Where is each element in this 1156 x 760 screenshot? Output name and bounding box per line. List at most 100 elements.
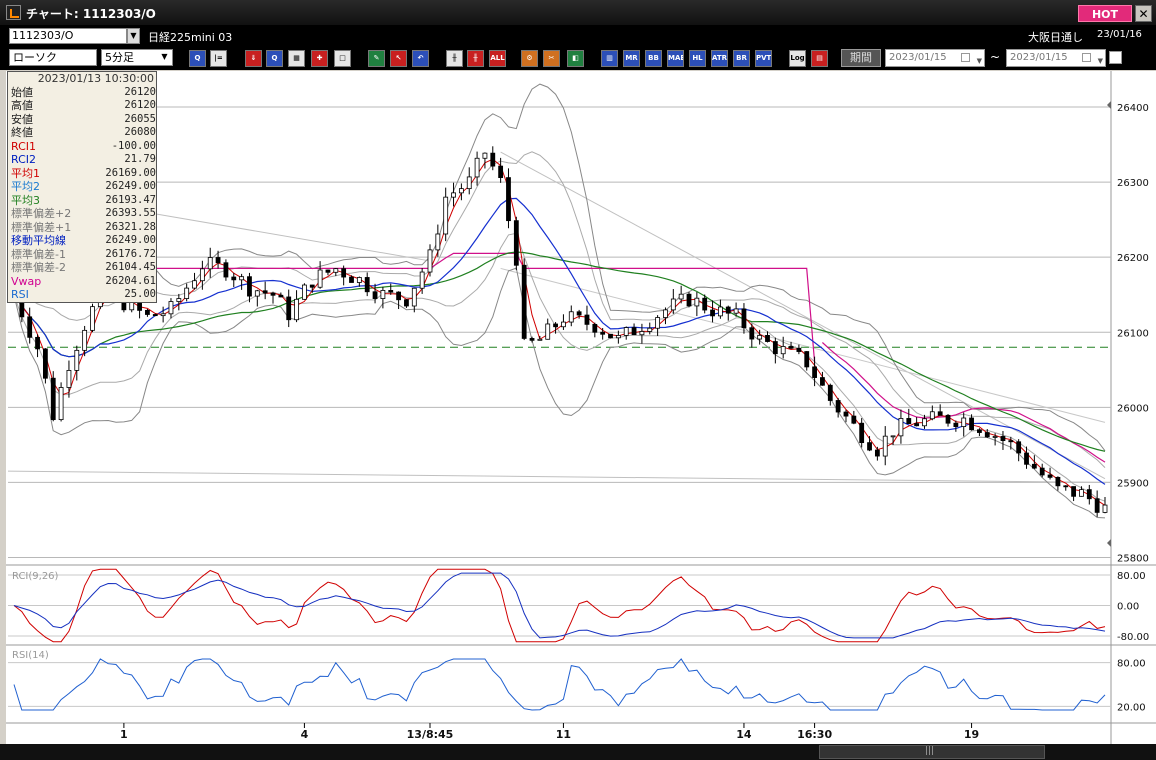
candle-body: [914, 423, 920, 427]
candle-body: [1031, 463, 1037, 469]
toolbar-save-button[interactable]: ▤: [811, 50, 828, 67]
candle-body: [199, 268, 205, 282]
toolbar-down-button[interactable]: ⇓: [245, 50, 262, 67]
candle-body: [435, 233, 441, 251]
candle-body: [906, 418, 912, 424]
info-row: 標準偏差-2 26104.45: [11, 261, 156, 275]
toolbar-log-button[interactable]: Log: [789, 50, 806, 67]
chevron-down-icon[interactable]: ▼: [1098, 53, 1103, 69]
info-label: RSI: [11, 288, 29, 301]
time-tick-label: 4: [301, 728, 309, 741]
candle-body: [223, 262, 229, 278]
toolbar-arrow-button[interactable]: ↖: [390, 50, 407, 67]
toolbar-pvt-button[interactable]: PVT: [755, 50, 772, 67]
toolbar-mae-button[interactable]: MAE: [667, 50, 684, 67]
toolbar-hl-button[interactable]: HL: [689, 50, 706, 67]
toolbar-palette-button[interactable]: ◧: [567, 50, 584, 67]
period-button[interactable]: 期間: [841, 49, 881, 67]
time-tick-label: 13/8:45: [407, 728, 454, 741]
toolbar-label-button[interactable]: □: [334, 50, 351, 67]
app-logo-icon: [6, 5, 21, 20]
candle-body: [702, 297, 708, 311]
candle-body: [341, 268, 347, 278]
candle-body: [411, 287, 417, 307]
chart-area[interactable]: 25800 25900 26000 26100 26200 26300 26400 80.00…: [6, 71, 1156, 744]
toolbar-mr-button[interactable]: MR: [623, 50, 640, 67]
candle-body: [396, 291, 401, 301]
candle-body: [663, 309, 668, 318]
info-value: 26055: [124, 112, 156, 125]
close-button[interactable]: ✕: [1135, 5, 1152, 22]
candle-body: [561, 321, 566, 328]
info-row: RCI2 21.79: [11, 153, 156, 167]
calendar-icon[interactable]: [961, 53, 970, 62]
candle-body: [780, 346, 786, 355]
candle-body: [1008, 440, 1014, 443]
scrollbar-thumb[interactable]: [819, 745, 1045, 759]
price-tick-label: 26000: [1117, 403, 1149, 414]
chart-type-select[interactable]: ローソク: [9, 49, 97, 66]
candle-body: [160, 313, 166, 317]
toolbar-atr-button[interactable]: ATR: [711, 50, 728, 67]
toolbar-gear-button[interactable]: ⚙: [521, 50, 538, 67]
rsi-tick-label: 20.00: [1117, 702, 1146, 713]
toolbar-all-button[interactable]: ALL: [489, 50, 506, 67]
toolbar-zoom-button[interactable]: Q: [189, 50, 206, 67]
price-tick-label: 26100: [1117, 328, 1149, 339]
symbol-input[interactable]: 1112303/O: [9, 28, 127, 44]
date-from-input[interactable]: 2023/01/15 ▼: [885, 49, 985, 67]
candle-body: [372, 291, 378, 299]
candle-body: [262, 290, 268, 294]
hot-button[interactable]: HOT: [1078, 5, 1132, 22]
price-tick-label: 26400: [1117, 103, 1149, 114]
candle-body: [961, 417, 967, 427]
date-from-text: 2023/01/15: [889, 52, 947, 63]
toolbar-pen-button[interactable]: ✎: [368, 50, 385, 67]
symbol-dropdown-icon[interactable]: ▼: [127, 28, 140, 44]
candle-body: [1071, 486, 1077, 497]
toolbar-mm-button[interactable]: ▥: [601, 50, 618, 67]
candle-body: [867, 442, 872, 451]
candle-body: [50, 377, 56, 421]
toolbar-blue-arrow-button[interactable]: ↶: [412, 50, 429, 67]
info-value: 26104.45: [105, 261, 156, 273]
candle-body: [977, 429, 982, 433]
chevron-down-icon[interactable]: ▼: [977, 53, 982, 69]
info-value: 26249.00: [105, 180, 156, 192]
candle-body: [364, 277, 370, 293]
toolbar-rcf-button[interactable]: ✚: [311, 50, 328, 67]
toolbar-trend-button[interactable]: ▦: [288, 50, 305, 67]
candle-body: [937, 411, 943, 416]
info-row: 安値 26055: [11, 113, 156, 127]
info-row: 標準偏差+1 26321.28: [11, 221, 156, 235]
candle-body: [404, 299, 409, 307]
toolbar-br-button[interactable]: BR: [733, 50, 750, 67]
date-to-input[interactable]: 2023/01/15 ▼: [1006, 49, 1106, 67]
candle-body: [82, 329, 88, 351]
toolbar-bb-button[interactable]: BB: [645, 50, 662, 67]
candle-body: [851, 415, 857, 424]
candle-body: [922, 418, 927, 427]
info-row: RSI 25.00: [11, 288, 156, 302]
chart-svg: 25800 25900 26000 26100 26200 26300 26400 80.00…: [6, 71, 1156, 744]
info-label: 始値: [11, 85, 33, 99]
toolbar-pointer-button[interactable]: Q: [266, 50, 283, 67]
info-row: 平均1 26169.00: [11, 167, 156, 181]
rsi-tick-label: 80.00: [1117, 659, 1146, 670]
candle-body: [215, 257, 221, 264]
info-value: 21.79: [124, 153, 156, 165]
calendar-icon[interactable]: [1082, 53, 1091, 62]
toolbar-grid1-button[interactable]: ╫: [446, 50, 463, 67]
toolbar-grid2-button[interactable]: ╫: [467, 50, 484, 67]
toolbar-wrench-button[interactable]: ✂: [543, 50, 560, 67]
info-value: 26120: [124, 85, 156, 98]
rci-tick-label: 80.00: [1117, 571, 1146, 582]
info-value: 26176.72: [105, 247, 156, 260]
candle-body: [317, 269, 323, 288]
toolbar-cursor-button[interactable]: |=: [210, 50, 227, 67]
candle-body: [247, 276, 252, 297]
interval-dropdown-icon[interactable]: ▼: [158, 50, 171, 65]
range-checkbox[interactable]: [1109, 51, 1122, 64]
time-tick-label: 1: [120, 728, 128, 741]
title-bar: チャート: 1112303/O HOT ✕: [0, 0, 1156, 26]
